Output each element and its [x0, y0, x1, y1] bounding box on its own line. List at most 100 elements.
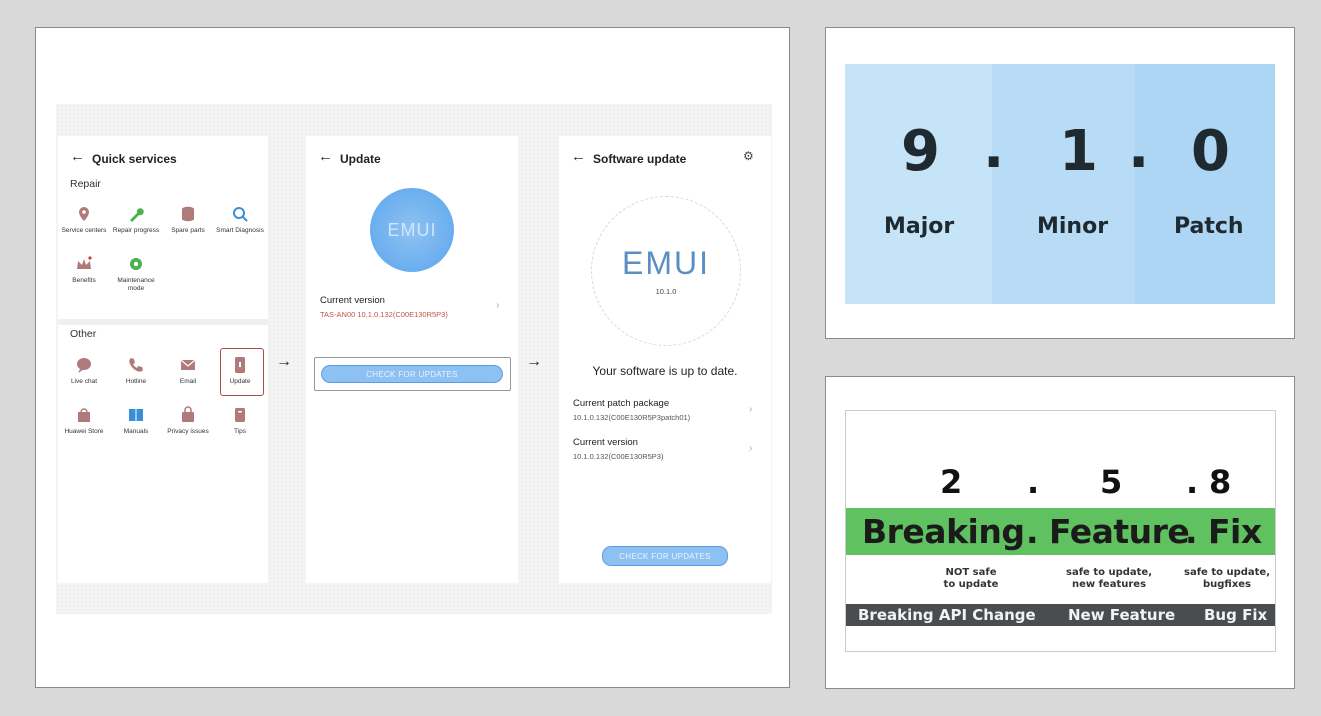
gear-shield-icon: [127, 255, 145, 273]
breaking-label: Breaking: [862, 512, 1025, 551]
update-screen: ← Update EMUI Current version TAS-AN00 1…: [306, 136, 518, 583]
book-icon: [127, 406, 145, 424]
service-item-spare-parts[interactable]: Spare parts: [162, 205, 214, 235]
back-arrow-icon[interactable]: ←: [571, 148, 586, 165]
safe-features-note: safe to update, new features: [1054, 567, 1164, 591]
service-item-label: Benefits: [72, 277, 96, 284]
location-pin-icon: [75, 205, 93, 223]
dot-separator: .: [1027, 463, 1040, 501]
patch-label: Patch: [1174, 214, 1244, 239]
chat-bubble-icon: [75, 356, 93, 374]
service-item-tips[interactable]: Tips: [214, 406, 266, 436]
screen-title: Software update: [593, 152, 687, 166]
major-segment: [845, 64, 992, 304]
patch-package-label: Current patch package: [573, 398, 670, 409]
service-item-repair-progress[interactable]: Repair progress: [110, 205, 162, 235]
service-item-smart-diagnosis[interactable]: Smart Diagnosis: [214, 205, 266, 235]
service-item-manuals[interactable]: Manuals: [110, 406, 162, 436]
minor-number: 1: [1059, 119, 1098, 184]
service-item-label: Privacy issues: [167, 428, 209, 435]
version-card: 9 . 1 . 0 Major Minor Patch: [845, 64, 1275, 304]
major-number: 9: [901, 119, 940, 184]
feature-label: Feature: [1049, 512, 1190, 551]
service-item-email[interactable]: Email: [162, 356, 214, 386]
service-item-label: Hotline: [125, 378, 147, 385]
emui-update-flow-panel: ← Quick services Repair Service centers R…: [35, 27, 790, 688]
current-version-label: Current version: [573, 437, 638, 448]
service-item-update[interactable]: Update: [214, 356, 266, 386]
service-item-label: Update: [229, 378, 251, 385]
service-item-label: Email: [179, 378, 197, 385]
dot-separator: .: [1186, 463, 1199, 501]
current-version-label: Current version: [320, 295, 385, 306]
emui-logo-ring: EMUI 10.1.0: [591, 196, 741, 346]
service-item-label: Spare parts: [171, 227, 205, 234]
semver-panel: 2 . 5 . 8 Breaking . Feature . Fix NOT s…: [825, 376, 1295, 689]
new-feature-label: New Feature: [1068, 606, 1176, 624]
magnifier-icon: [231, 205, 249, 223]
minor-number: 5: [1100, 463, 1123, 501]
service-item-privacy-issues[interactable]: Privacy issues: [162, 406, 214, 436]
not-safe-text: NOT safe to update: [943, 567, 999, 590]
screen-title: Quick services: [92, 152, 177, 166]
section-repair-label: Repair: [70, 178, 101, 190]
safe-features-text: safe to update, new features: [1066, 567, 1152, 590]
semver-green-band: Breaking . Feature . Fix: [846, 508, 1275, 555]
back-arrow-icon[interactable]: ←: [70, 148, 85, 165]
gear-icon[interactable]: ⚙: [743, 149, 754, 163]
flow-arrow-icon: →: [276, 353, 292, 370]
semver-card: 2 . 5 . 8 Breaking . Feature . Fix NOT s…: [845, 410, 1276, 652]
emui-version-text: 10.1.0: [655, 287, 677, 296]
service-item-benefits[interactable]: Benefits: [58, 255, 110, 285]
service-item-label: Smart Diagnosis: [216, 227, 264, 234]
emui-logo-text: EMUI: [622, 245, 710, 281]
service-item-label: Manuals: [123, 428, 149, 435]
fix-label: Fix: [1208, 512, 1262, 551]
current-version-value: 10.1.0.132(C00E130R5P3): [573, 452, 664, 461]
check-for-updates-button[interactable]: CHECK FOR UPDATES: [321, 365, 503, 383]
back-arrow-icon[interactable]: ←: [318, 148, 333, 165]
minor-segment: [992, 64, 1135, 304]
chevron-right-icon[interactable]: ›: [749, 404, 752, 415]
screen-title: Update: [340, 152, 381, 166]
service-item-label: Repair progress: [112, 227, 160, 234]
service-item-label: Service centers: [61, 227, 107, 234]
service-item-label: Huawei Store: [64, 428, 104, 435]
patch-package-value: 10.1.0.132(C00E130R5P3patch01): [573, 413, 691, 422]
current-version-value: TAS-AN00 10.1.0.132(C00E130R5P3): [320, 310, 448, 319]
patch-number: 8: [1209, 463, 1232, 501]
dot-separator: .: [1185, 512, 1198, 551]
emui-logo-text: EMUI: [387, 220, 437, 240]
service-item-huawei-store[interactable]: Huawei Store: [58, 406, 110, 436]
service-item-service-centers[interactable]: Service centers: [58, 205, 110, 235]
database-icon: [179, 205, 197, 223]
patch-number: 0: [1191, 119, 1230, 184]
chevron-right-icon[interactable]: ›: [749, 443, 752, 454]
patch-segment: [1135, 64, 1275, 304]
service-item-label: Tips: [233, 428, 247, 435]
tips-icon: [231, 406, 249, 424]
phone-update-icon: [231, 356, 249, 374]
service-item-live-chat[interactable]: Live chat: [58, 356, 110, 386]
store-icon: [75, 406, 93, 424]
service-item-maintenance-mode[interactable]: Maintenance mode: [110, 255, 162, 293]
section-other-label: Other: [70, 328, 97, 340]
check-for-updates-button[interactable]: CHECK FOR UPDATES: [602, 546, 728, 566]
software-update-screen: ← Software update ⚙ EMUI 10.1.0 Your sof…: [559, 136, 771, 583]
not-safe-note: NOT safe to update: [916, 567, 1026, 591]
dot-separator: .: [983, 116, 1005, 181]
version-number-panel: 9 . 1 . 0 Major Minor Patch: [825, 27, 1295, 339]
bag-lock-icon: [179, 406, 197, 424]
major-label: Major: [884, 214, 955, 239]
status-message: Your software is up to date.: [592, 364, 738, 378]
bug-fix-label: Bug Fix: [1204, 606, 1268, 624]
chevron-right-icon[interactable]: ›: [496, 300, 499, 311]
major-number: 2: [940, 463, 963, 501]
safe-bugfixes-note: safe to update, bugfixes: [1179, 567, 1275, 591]
service-item-hotline[interactable]: Hotline: [110, 356, 162, 386]
dot-separator: .: [1128, 116, 1150, 181]
minor-label: Minor: [1037, 214, 1109, 239]
phone-icon: [127, 356, 145, 374]
section-divider: [58, 319, 268, 325]
service-item-label: Maintenance mode: [117, 277, 155, 292]
